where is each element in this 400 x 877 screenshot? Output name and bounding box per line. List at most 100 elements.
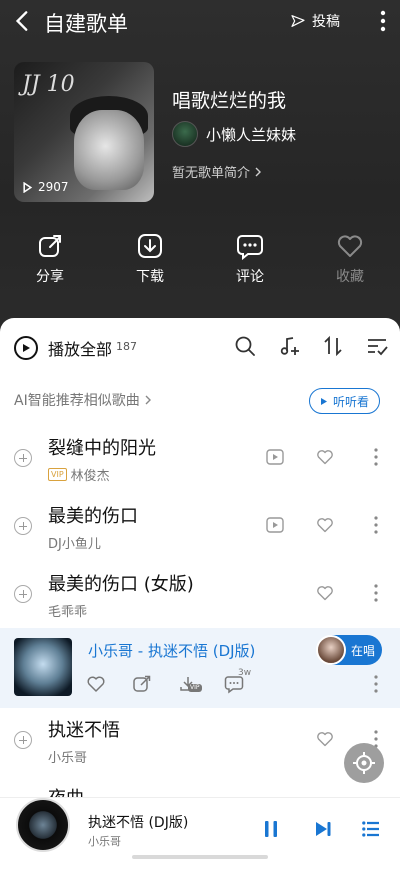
song-row[interactable]: 执迷不悟 小乐哥 bbox=[0, 706, 400, 774]
vip-badge: VIP bbox=[188, 684, 202, 692]
owner-avatar[interactable] bbox=[172, 121, 198, 147]
now-playing-thumbnail[interactable] bbox=[14, 638, 72, 696]
pause-icon[interactable] bbox=[264, 820, 278, 838]
play-circle-icon bbox=[14, 336, 38, 360]
artist-name: 小乐哥 bbox=[48, 751, 88, 766]
comment-count: 3w bbox=[238, 668, 252, 678]
locate-playing-button[interactable] bbox=[344, 743, 384, 783]
heart-icon[interactable] bbox=[86, 674, 106, 694]
play-count: 2907 bbox=[22, 180, 69, 194]
download-vip-button[interactable]: VIP bbox=[178, 674, 202, 694]
comment-button[interactable]: 评论 bbox=[200, 232, 300, 286]
song-count: 187 bbox=[116, 339, 138, 353]
playlist-owner[interactable]: 小懒人兰妹妹 bbox=[172, 121, 296, 147]
mv-play-icon[interactable] bbox=[266, 449, 284, 465]
chevron-right-icon bbox=[145, 395, 151, 405]
more-vertical-icon[interactable] bbox=[374, 584, 378, 602]
download-button[interactable]: 下载 bbox=[100, 232, 200, 286]
now-playing-row[interactable]: 小乐哥 - 执迷不悟 (DJ版) 在唱 VIP 3w bbox=[0, 628, 400, 708]
now-playing-title: 小乐哥 - 执迷不悟 (DJ版) bbox=[88, 642, 256, 660]
play-all-button[interactable]: 播放全部 187 bbox=[14, 336, 137, 360]
multi-select-icon[interactable] bbox=[366, 335, 388, 357]
page-title: 自建歌单 bbox=[44, 12, 128, 36]
search-icon[interactable] bbox=[234, 335, 256, 357]
next-track-icon[interactable] bbox=[314, 820, 332, 838]
more-vertical-icon[interactable] bbox=[374, 448, 378, 466]
download-icon bbox=[138, 234, 162, 258]
more-vertical-icon[interactable] bbox=[374, 516, 378, 534]
playlist-header: 自建歌单 投稿 JJ 10 2907 唱歌烂烂的我 小懒人兰妹妹 暂无歌单简介 bbox=[0, 0, 400, 330]
submit-button[interactable]: 投稿 bbox=[290, 11, 340, 31]
listen-button[interactable]: 听听看 bbox=[308, 388, 380, 414]
home-indicator bbox=[132, 855, 268, 859]
add-music-icon[interactable] bbox=[278, 335, 300, 357]
song-title: 裂缝中的阳光 bbox=[48, 438, 156, 459]
more-vertical-icon[interactable] bbox=[374, 675, 378, 693]
locate-icon bbox=[353, 752, 375, 774]
mini-player-disc[interactable] bbox=[16, 798, 70, 852]
add-to-playlist-icon[interactable] bbox=[14, 517, 32, 535]
song-row[interactable]: 裂缝中的阳光 VIP 林俊杰 bbox=[0, 424, 400, 492]
mv-play-icon[interactable] bbox=[266, 517, 284, 533]
song-row[interactable]: 最美的伤口 DJ小鱼儿 bbox=[0, 492, 400, 560]
vip-badge: VIP bbox=[48, 468, 67, 481]
play-icon bbox=[23, 181, 33, 193]
share-icon bbox=[39, 235, 61, 257]
play-count-value: 2907 bbox=[38, 180, 69, 194]
song-artist: DJ小鱼儿 bbox=[48, 533, 101, 552]
heart-icon[interactable] bbox=[316, 730, 334, 748]
bottom-safe-area bbox=[0, 863, 400, 877]
mini-player-title: 执迷不悟 (DJ版) bbox=[88, 815, 189, 831]
submit-label: 投稿 bbox=[312, 14, 340, 30]
owner-name[interactable]: 小懒人兰妹妹 bbox=[206, 124, 296, 145]
ai-recommend-text: AI智能推荐相似歌曲 bbox=[14, 393, 140, 409]
song-row[interactable]: 最美的伤口 (女版) 毛乖乖 bbox=[0, 560, 400, 628]
heart-icon[interactable] bbox=[316, 516, 334, 534]
collect-label: 收藏 bbox=[336, 269, 364, 285]
add-to-playlist-icon[interactable] bbox=[14, 731, 32, 749]
singing-badge[interactable]: 在唱 bbox=[316, 635, 382, 665]
song-artist: VIP 林俊杰 bbox=[48, 465, 110, 484]
singer-avatar bbox=[316, 635, 346, 665]
artist-name: 林俊杰 bbox=[70, 469, 110, 484]
artist-name: DJ小鱼儿 bbox=[48, 537, 101, 552]
artist-name: 毛乖乖 bbox=[48, 605, 88, 620]
ai-recommend-link[interactable]: AI智能推荐相似歌曲 bbox=[14, 390, 152, 410]
mini-player-artist: 小乐哥 bbox=[88, 835, 121, 848]
play-all-label: 播放全部 bbox=[48, 340, 113, 359]
download-label: 下载 bbox=[136, 269, 164, 285]
cover-portrait bbox=[74, 110, 144, 190]
song-artist: 小乐哥 bbox=[48, 747, 87, 766]
heart-icon bbox=[337, 235, 363, 257]
heart-icon[interactable] bbox=[316, 448, 334, 466]
more-vertical-icon[interactable] bbox=[380, 10, 386, 32]
share-label: 分享 bbox=[36, 269, 64, 285]
singing-label: 在唱 bbox=[351, 643, 376, 658]
song-row[interactable]: 夜曲 bbox=[0, 774, 400, 798]
action-row: 分享 下载 评论 收藏 bbox=[0, 232, 400, 286]
heart-icon[interactable] bbox=[316, 584, 334, 602]
send-icon bbox=[291, 15, 305, 27]
add-to-playlist-icon[interactable] bbox=[14, 449, 32, 467]
now-playing-actions: VIP 3w bbox=[86, 668, 251, 694]
back-arrow-icon[interactable] bbox=[10, 8, 36, 34]
share-icon[interactable] bbox=[132, 674, 152, 694]
cover-logo: JJ 10 bbox=[22, 72, 75, 97]
comment-label: 评论 bbox=[236, 269, 264, 285]
intro-text: 暂无歌单简介 bbox=[172, 166, 251, 181]
add-to-playlist-icon[interactable] bbox=[14, 585, 32, 603]
sort-icon[interactable] bbox=[322, 335, 344, 357]
chevron-right-icon bbox=[255, 167, 262, 176]
song-title: 夜曲 bbox=[48, 784, 84, 798]
mini-player[interactable]: 执迷不悟 (DJ版) 小乐哥 bbox=[0, 797, 400, 863]
playlist-intro[interactable]: 暂无歌单简介 bbox=[172, 162, 262, 181]
playlist-queue-icon[interactable] bbox=[362, 820, 380, 838]
list-tools bbox=[234, 335, 388, 357]
song-artist: 毛乖乖 bbox=[48, 601, 87, 620]
song-title: 最美的伤口 (女版) bbox=[48, 574, 194, 595]
comment-button[interactable]: 3w bbox=[224, 668, 251, 694]
play-icon bbox=[320, 397, 327, 405]
playlist-cover[interactable]: JJ 10 2907 bbox=[14, 62, 154, 202]
share-button[interactable]: 分享 bbox=[0, 232, 100, 286]
collect-button[interactable]: 收藏 bbox=[300, 232, 400, 286]
